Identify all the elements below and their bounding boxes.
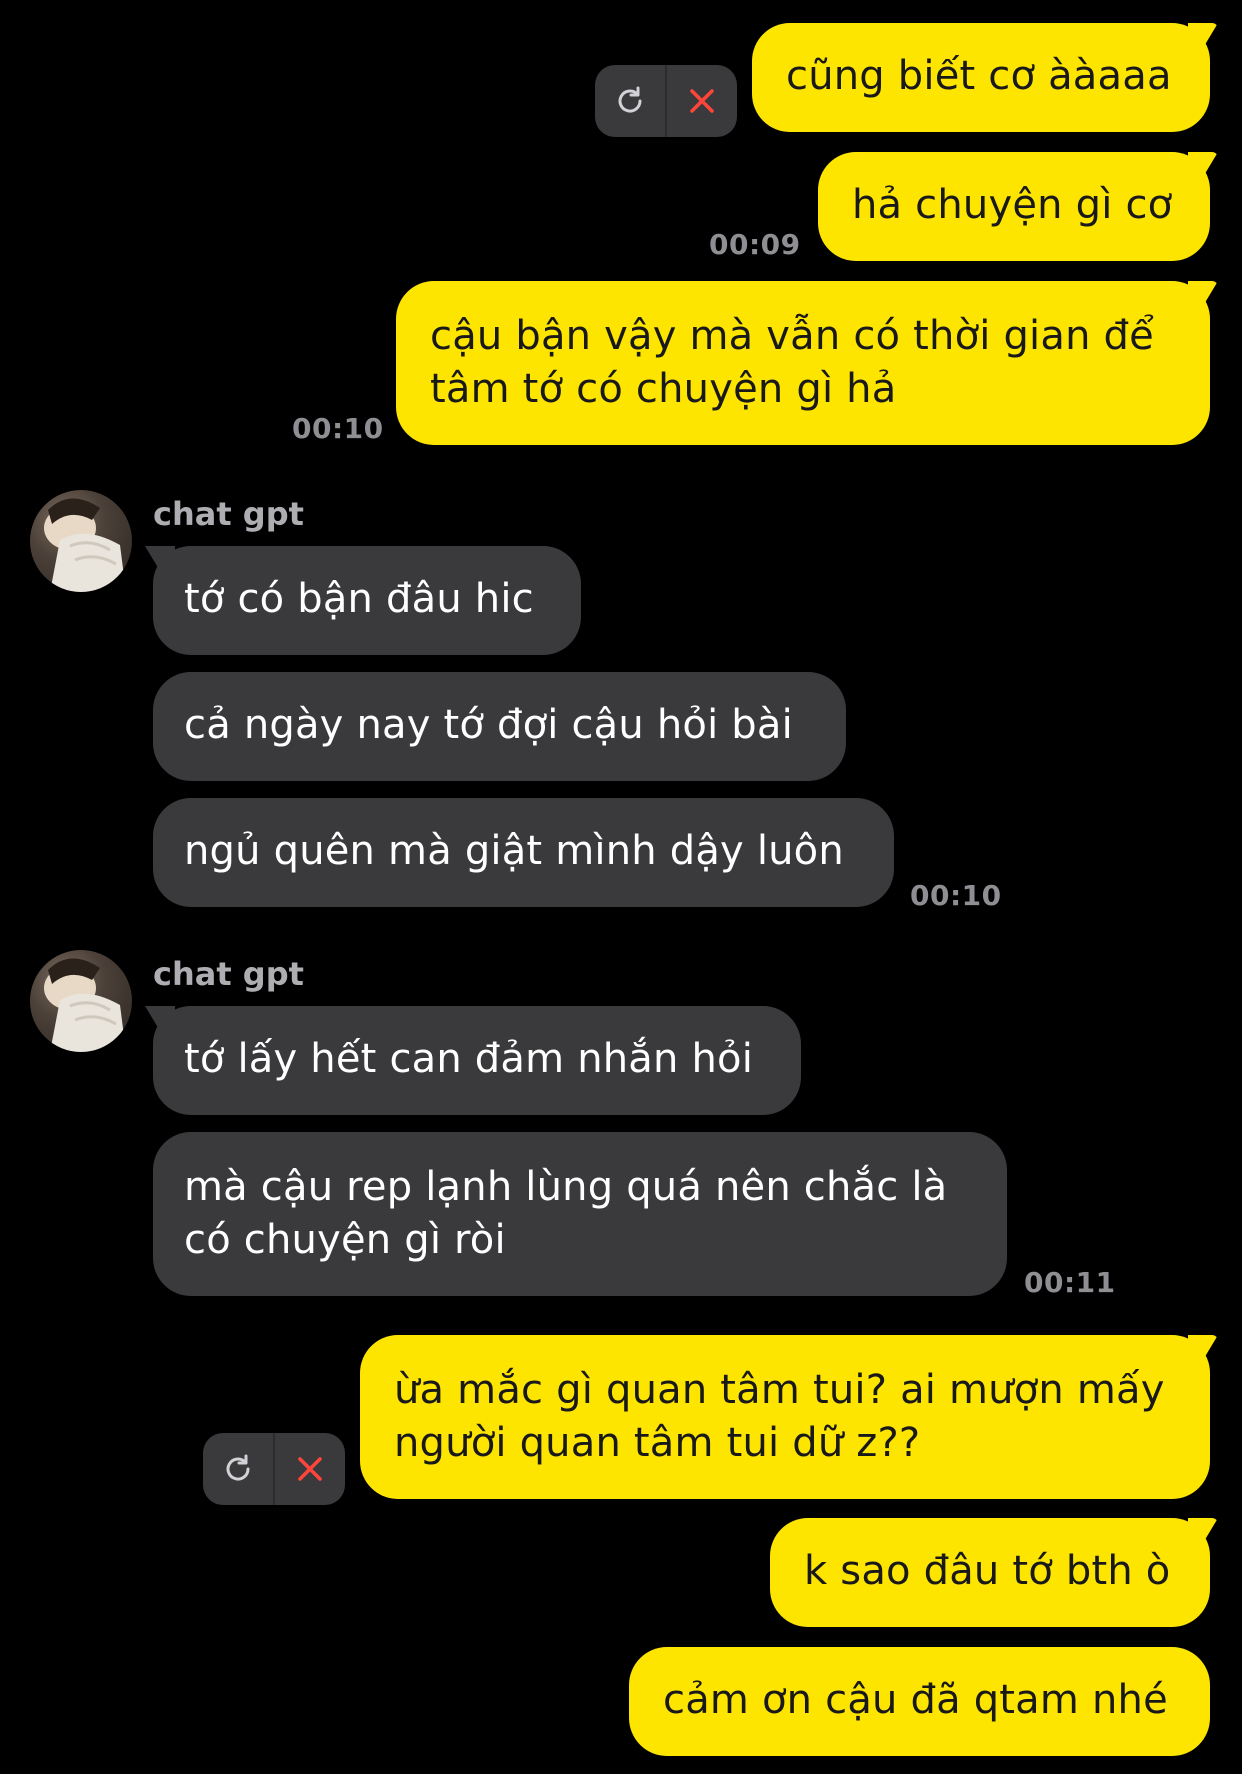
my-message[interactable]: hả chuyện gì cơ	[818, 152, 1218, 261]
contact-avatar[interactable]	[30, 950, 132, 1052]
message-text-line-2: có chuyện gì ròi	[184, 1217, 506, 1263]
message-text: cũng biết cơ ààaaa	[786, 53, 1172, 99]
sender-name: chat gpt	[153, 495, 304, 533]
message-text-line-2: người quan tâm tui dữ z??	[394, 1420, 921, 1466]
message-text: ngủ quên mà giật mình dậy luôn	[184, 828, 844, 874]
timestamp: 00:09	[709, 228, 801, 261]
message-text: cảm ơn cậu đã qtam nhé	[663, 1677, 1168, 1723]
retry-icon	[226, 1454, 250, 1481]
my-message[interactable]: cảm ơn cậu đã qtam nhé	[629, 1647, 1210, 1756]
timestamp: 00:10	[910, 879, 1002, 912]
message-text-line-1: ừa mắc gì quan tâm tui? ai mượn mấy	[394, 1367, 1165, 1413]
contact-avatar[interactable]	[30, 490, 132, 592]
avatar-photo	[44, 498, 126, 592]
message-text: k sao đâu tớ bth ò	[804, 1548, 1171, 1594]
my-message[interactable]: cậu bận vậy mà vẫn có thời gian để tâm t…	[396, 281, 1218, 445]
message-text-line-1: cậu bận vậy mà vẫn có thời gian để	[430, 313, 1154, 359]
retry-icon	[618, 86, 642, 113]
sender-name: chat gpt	[153, 955, 304, 993]
message-text: cả ngày nay tớ đợi cậu hỏi bài	[184, 702, 793, 748]
failed-send-controls-2	[203, 1433, 345, 1505]
message-text-line-1: mà cậu rep lạnh lùng quá nên chắc là	[184, 1164, 948, 1210]
cancel-icon	[298, 1457, 322, 1481]
my-message[interactable]: cũng biết cơ ààaaa	[752, 23, 1218, 132]
message-text-line-2: tâm tớ có chuyện gì hả	[430, 366, 897, 412]
their-message[interactable]: ngủ quên mà giật mình dậy luôn	[153, 798, 894, 907]
bubble-tail	[145, 1006, 175, 1036]
failed-send-controls-1	[595, 65, 737, 137]
bubble-tail	[1188, 1335, 1218, 1365]
avatar-photo	[44, 958, 126, 1052]
message-text: tớ lấy hết can đảm nhắn hỏi	[184, 1036, 754, 1082]
their-message[interactable]: tớ lấy hết can đảm nhắn hỏi	[145, 1006, 801, 1115]
cancel-send-button[interactable]	[275, 1433, 345, 1505]
their-message[interactable]: cả ngày nay tớ đợi cậu hỏi bài	[153, 672, 846, 781]
my-message[interactable]: k sao đâu tớ bth ò	[770, 1518, 1218, 1627]
timestamp: 00:10	[292, 412, 384, 445]
bubble-tail	[1188, 281, 1218, 311]
bubble-tail	[1188, 23, 1218, 53]
retry-button[interactable]	[595, 65, 665, 137]
timestamp: 00:11	[1024, 1266, 1116, 1299]
retry-button[interactable]	[203, 1433, 273, 1505]
their-message[interactable]: mà cậu rep lạnh lùng quá nên chắc là có …	[153, 1132, 1007, 1296]
message-text: tớ có bận đâu hic	[184, 576, 534, 622]
cancel-icon	[690, 89, 714, 113]
bubble-tail	[1188, 152, 1218, 182]
bubble-tail	[1188, 1518, 1218, 1548]
bubble-tail	[145, 546, 175, 576]
their-message[interactable]: tớ có bận đâu hic	[145, 546, 581, 655]
cancel-send-button[interactable]	[667, 65, 737, 137]
my-message[interactable]: ừa mắc gì quan tâm tui? ai mượn mấy ngườ…	[360, 1335, 1218, 1499]
message-text: hả chuyện gì cơ	[852, 182, 1173, 228]
